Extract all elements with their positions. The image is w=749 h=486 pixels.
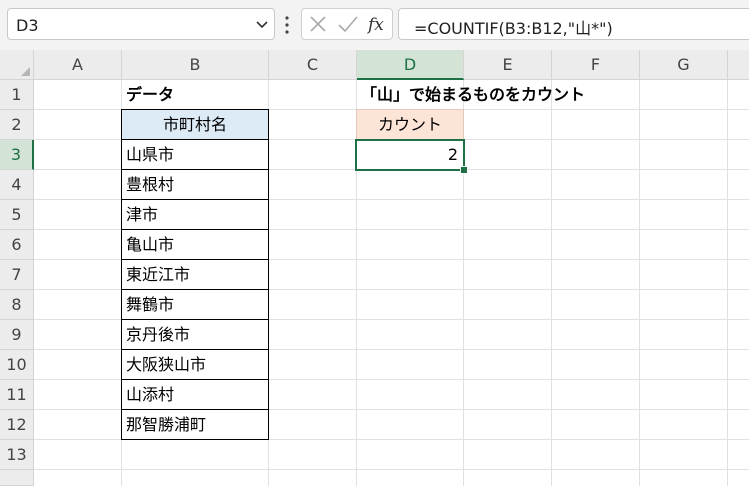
row-header-14[interactable] [0,470,34,486]
gridline [727,80,728,486]
column-header-d[interactable]: D [357,50,464,80]
cell-b10[interactable]: 大阪狭山市 [121,349,269,380]
cell-b2[interactable]: 市町村名 [121,109,269,140]
column-header-e[interactable]: E [464,50,552,80]
formula-bar: D3 fx =COUNTIF(B3:B12,"山*") [0,0,749,50]
gridline [34,469,749,470]
row-header-6[interactable]: 6 [0,230,34,260]
gridline [551,80,552,486]
row-header-10[interactable]: 10 [0,350,34,380]
chevron-down-icon[interactable] [254,16,270,32]
row-header-13[interactable]: 13 [0,440,34,470]
cancel-icon[interactable] [308,9,328,39]
cell-b8[interactable]: 舞鶴市 [121,289,269,320]
row-header-3[interactable]: 3 [0,140,34,170]
cell-b12[interactable]: 那智勝浦町 [121,409,269,440]
cell-b5[interactable]: 津市 [121,199,269,230]
column-header-c[interactable]: C [269,50,357,80]
row-header-1[interactable]: 1 [0,80,34,110]
row-header-5[interactable]: 5 [0,200,34,230]
cell-b11[interactable]: 山添村 [121,379,269,410]
spreadsheet-grid: A B C D E F G 1 2 3 4 5 6 7 8 9 10 11 12… [0,50,749,486]
fx-label: fx [366,15,384,35]
formula-text: =COUNTIF(B3:B12,"山*") [414,19,613,38]
row-header-7[interactable]: 7 [0,260,34,290]
formula-input[interactable]: =COUNTIF(B3:B12,"山*") [398,8,749,40]
row-header-9[interactable]: 9 [0,320,34,350]
cell-b6[interactable]: 亀山市 [121,229,269,260]
name-box-value: D3 [16,16,39,35]
row-header-11[interactable]: 11 [0,380,34,410]
column-header-g[interactable]: G [640,50,728,80]
row-header-12[interactable]: 12 [0,410,34,440]
column-header-h[interactable] [728,50,749,80]
select-all-triangle-icon [21,67,30,76]
row-header-2[interactable]: 2 [0,110,34,140]
column-header-b[interactable]: B [122,50,269,80]
fill-handle[interactable] [460,166,468,174]
active-cell-border [355,139,465,171]
cell-b7[interactable]: 東近江市 [121,259,269,290]
cell-b1[interactable]: データ [122,80,269,110]
gridline [639,80,640,486]
cell-b9[interactable]: 京丹後市 [121,319,269,350]
fx-icon[interactable]: fx [366,9,390,39]
cell-b3[interactable]: 山県市 [121,139,269,170]
select-all-button[interactable] [0,50,34,80]
row-header-4[interactable]: 4 [0,170,34,200]
cell-d1[interactable]: 「山」で始まるものをカウント [357,80,657,110]
check-icon[interactable] [336,9,360,39]
name-box[interactable]: D3 [7,8,275,40]
row-header-8[interactable]: 8 [0,290,34,320]
column-header-a[interactable]: A [34,50,122,80]
cell-d2[interactable]: カウント [356,109,464,140]
column-header-f[interactable]: F [552,50,640,80]
formula-buttons: fx [301,8,393,40]
cell-b4[interactable]: 豊根村 [121,169,269,200]
more-options-icon[interactable] [283,13,291,37]
